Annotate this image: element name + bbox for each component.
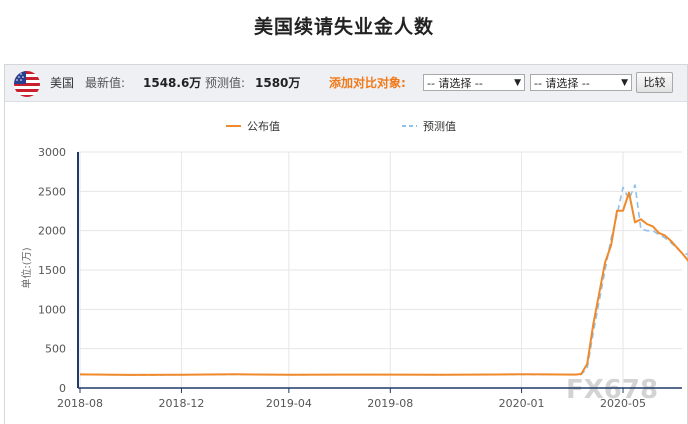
x-tick-label: 2018-08 (57, 397, 103, 410)
legend[interactable]: 公布值 预测值 (226, 120, 456, 133)
x-tick-label: 2019-08 (367, 397, 413, 410)
y-tick-label: 0 (59, 382, 66, 395)
watermark-logo: FX678 (566, 375, 658, 405)
legend-actual-label: 公布值 (247, 120, 280, 133)
x-tick-label: 2018-12 (158, 397, 204, 410)
series-forecast-line (79, 184, 688, 376)
x-tick-label: 2019-04 (266, 397, 312, 410)
x-axis-ticks: 2018-08 2018-12 2019-04 2019-08 2020-01 2020-… (57, 388, 646, 410)
line-chart: 0 500 1000 1500 2000 2500 3000 2018-08 2018-12 2… (20, 120, 688, 410)
y-tick-label: 2000 (38, 225, 66, 238)
y-tick-label: 2500 (38, 185, 66, 198)
legend-forecast-label: 预测值 (423, 120, 456, 133)
y-axis-label: 单位:(万) (20, 247, 33, 288)
y-axis-ticks: 0 500 1000 1500 2000 2500 3000 (38, 146, 66, 395)
grid-lines (78, 151, 682, 388)
series-actual-line (79, 191, 688, 376)
series-lines (79, 184, 688, 376)
x-tick-label: 2020-01 (499, 397, 545, 410)
y-tick-label: 1500 (38, 264, 66, 277)
y-tick-label: 500 (45, 343, 66, 356)
y-tick-label: 3000 (38, 146, 66, 159)
y-tick-label: 1000 (38, 303, 66, 316)
